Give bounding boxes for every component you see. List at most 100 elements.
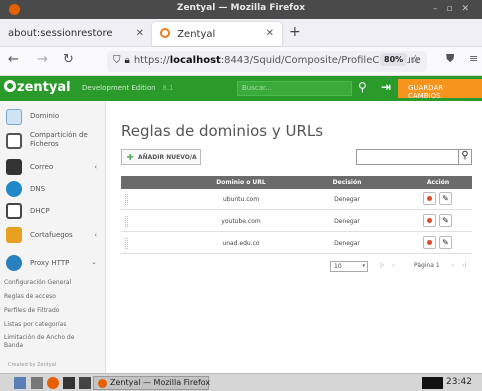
add-new-label: AÑADIR NUEVO/A	[138, 154, 197, 161]
search-input[interactable]: Buscar...	[237, 81, 352, 96]
chevron-left-icon: ‹	[94, 231, 97, 239]
taskbar-app-label: Zentyal — Mozilla Firefox	[110, 378, 211, 387]
table-row: youtube.com Denegar ✎	[121, 211, 472, 232]
clock[interactable]: 23:42	[446, 377, 472, 387]
edition-label: Development Edition 8.1	[82, 84, 174, 92]
zentyal-favicon-icon	[160, 28, 170, 38]
edit-pencil-icon[interactable]: ✎	[439, 214, 452, 227]
drag-handle-icon[interactable]	[125, 216, 128, 227]
chevron-down-icon: ▾	[362, 263, 365, 269]
column-header-decision: Decisión	[332, 179, 362, 186]
sidebar-subitem-configuracion[interactable]: Configuración General	[4, 279, 71, 286]
save-changes-button[interactable]: GUARDAR CAMBIOS	[398, 79, 482, 100]
first-page-icon[interactable]: |‹	[380, 262, 384, 269]
sidebar-subitem-reglas[interactable]: Reglas de acceso	[4, 293, 56, 300]
drag-handle-icon[interactable]	[125, 194, 128, 205]
prev-page-icon[interactable]: ‹	[392, 262, 394, 269]
mail-icon	[6, 159, 22, 175]
window-controls[interactable]: – ▫ ✕	[433, 4, 472, 14]
page-indicator: Página 1	[414, 262, 440, 269]
tab-zentyal[interactable]: Zentyal ✕	[152, 22, 282, 46]
chevron-left-icon: ‹	[94, 163, 97, 171]
delete-icon[interactable]	[423, 214, 436, 227]
sidebar: Dominio Compartición de Ficheros Correo …	[0, 101, 106, 378]
sidebar-item-label: Dominio	[30, 112, 60, 120]
plus-icon: +	[126, 152, 135, 163]
next-page-icon[interactable]: ›	[452, 262, 454, 269]
row-decision: Denegar	[334, 218, 360, 225]
tab-sessionrestore[interactable]: about:sessionrestore ✕	[0, 22, 152, 46]
tab-label: Zentyal	[177, 29, 216, 40]
url-bar[interactable]: ⛉ 🔒︎ https://localhost:8443/Squid/Composit…	[107, 51, 427, 72]
last-page-icon[interactable]: ›|	[462, 262, 466, 269]
menu-icon[interactable]: ≡	[469, 52, 478, 65]
sidebar-item-label: Proxy HTTP	[30, 259, 70, 267]
firefox-logo-icon	[98, 379, 107, 388]
window-titlebar: Zentyal — Mozilla Firefox – ▫ ✕	[0, 0, 482, 19]
url-host: localhost	[169, 55, 221, 66]
new-tab-icon[interactable]: +	[289, 24, 301, 40]
page-title: Reglas de dominios y URLs	[121, 122, 324, 140]
file-sharing-icon	[6, 133, 22, 149]
page-size-value: 10	[334, 263, 342, 270]
edit-pencil-icon[interactable]: ✎	[439, 236, 452, 249]
table-header: Dominio o URL Decisión Acción	[121, 176, 472, 189]
reload-icon[interactable]: ↻	[63, 52, 74, 67]
dns-icon	[6, 181, 22, 197]
search-icon[interactable]: ⚲	[358, 80, 367, 94]
url-prefix: https://	[133, 55, 170, 66]
delete-icon[interactable]	[423, 236, 436, 249]
zoom-badge[interactable]: 80%	[380, 53, 408, 66]
bookmark-star-icon[interactable]: ☆	[410, 52, 421, 66]
page-size-select[interactable]: 10 ▾	[330, 261, 368, 272]
column-header-url: Dominio o URL	[216, 179, 266, 186]
forward-icon[interactable]: →	[37, 52, 48, 67]
zentyal-logo[interactable]: zentyal	[4, 80, 71, 95]
start-menu-icon[interactable]	[14, 377, 26, 389]
proxy-icon	[6, 255, 22, 271]
row-decision: Denegar	[334, 196, 360, 203]
tab-label: about:sessionrestore	[8, 28, 113, 39]
delete-icon[interactable]	[423, 192, 436, 205]
sidebar-item-label: Compartición de Ficheros	[30, 131, 88, 148]
sidebar-item-label: DHCP	[30, 207, 50, 215]
dhcp-icon	[6, 203, 22, 219]
sidebar-subitem-limitacion[interactable]: Limitación de Ancho de Banda	[4, 334, 94, 350]
filter-input[interactable]	[356, 149, 460, 165]
row-url: youtube.com	[221, 218, 261, 225]
system-monitor-icon	[422, 377, 443, 389]
save-label: GUARDAR CAMBIOS	[408, 84, 444, 100]
shield-icon: ⛉	[113, 55, 121, 66]
chevron-down-icon: ⌄	[91, 258, 97, 266]
nav-bar: ← → ↻ ⛉ 🔒︎ https://localhost:8443/Squid/Co…	[0, 47, 482, 76]
taskbar-app-firefox[interactable]: Zentyal — Mozilla Firefox	[93, 376, 211, 390]
tab-bar: about:sessionrestore ✕ Zentyal ✕ +	[0, 19, 482, 47]
close-tab-icon[interactable]: ✕	[266, 28, 274, 39]
logout-icon[interactable]: ⇥	[381, 80, 391, 94]
taskbar: Zentyal — Mozilla Firefox 23:42	[0, 373, 482, 391]
row-url: unad.edu.co	[222, 240, 260, 247]
window-title: Zentyal — Mozilla Firefox	[176, 3, 306, 13]
firewall-icon	[6, 227, 22, 243]
lock-icon: 🔒︎	[124, 55, 130, 66]
sidebar-subitem-perfiles[interactable]: Perfiles de Filtrado	[4, 307, 59, 314]
close-tab-icon[interactable]: ✕	[136, 28, 144, 39]
back-icon[interactable]: ←	[8, 52, 19, 67]
drag-handle-icon[interactable]	[125, 238, 128, 249]
table-row: unad.edu.co Denegar ✎	[121, 233, 472, 254]
search-icon[interactable]: ⚲	[458, 149, 472, 165]
desktop-icon[interactable]	[79, 377, 91, 389]
sidebar-footer: Created by Zentyal	[8, 362, 57, 368]
add-new-button[interactable]: + AÑADIR NUEVO/A	[121, 149, 201, 165]
column-header-action: Acción	[426, 179, 450, 186]
row-decision: Denegar	[334, 240, 360, 247]
sidebar-item-label: Cortafuegos	[30, 231, 73, 239]
file-manager-icon[interactable]	[31, 377, 43, 389]
zentyal-header: zentyal Development Edition 8.1 Buscar..…	[0, 76, 482, 101]
sidebar-item-label: DNS	[30, 185, 46, 193]
firefox-launcher-icon[interactable]	[47, 377, 59, 389]
edit-pencil-icon[interactable]: ✎	[439, 192, 452, 205]
pocket-icon[interactable]: ⛊	[446, 52, 454, 66]
terminal-icon[interactable]	[63, 377, 75, 389]
sidebar-subitem-listas[interactable]: Listas por categorías	[4, 321, 67, 328]
